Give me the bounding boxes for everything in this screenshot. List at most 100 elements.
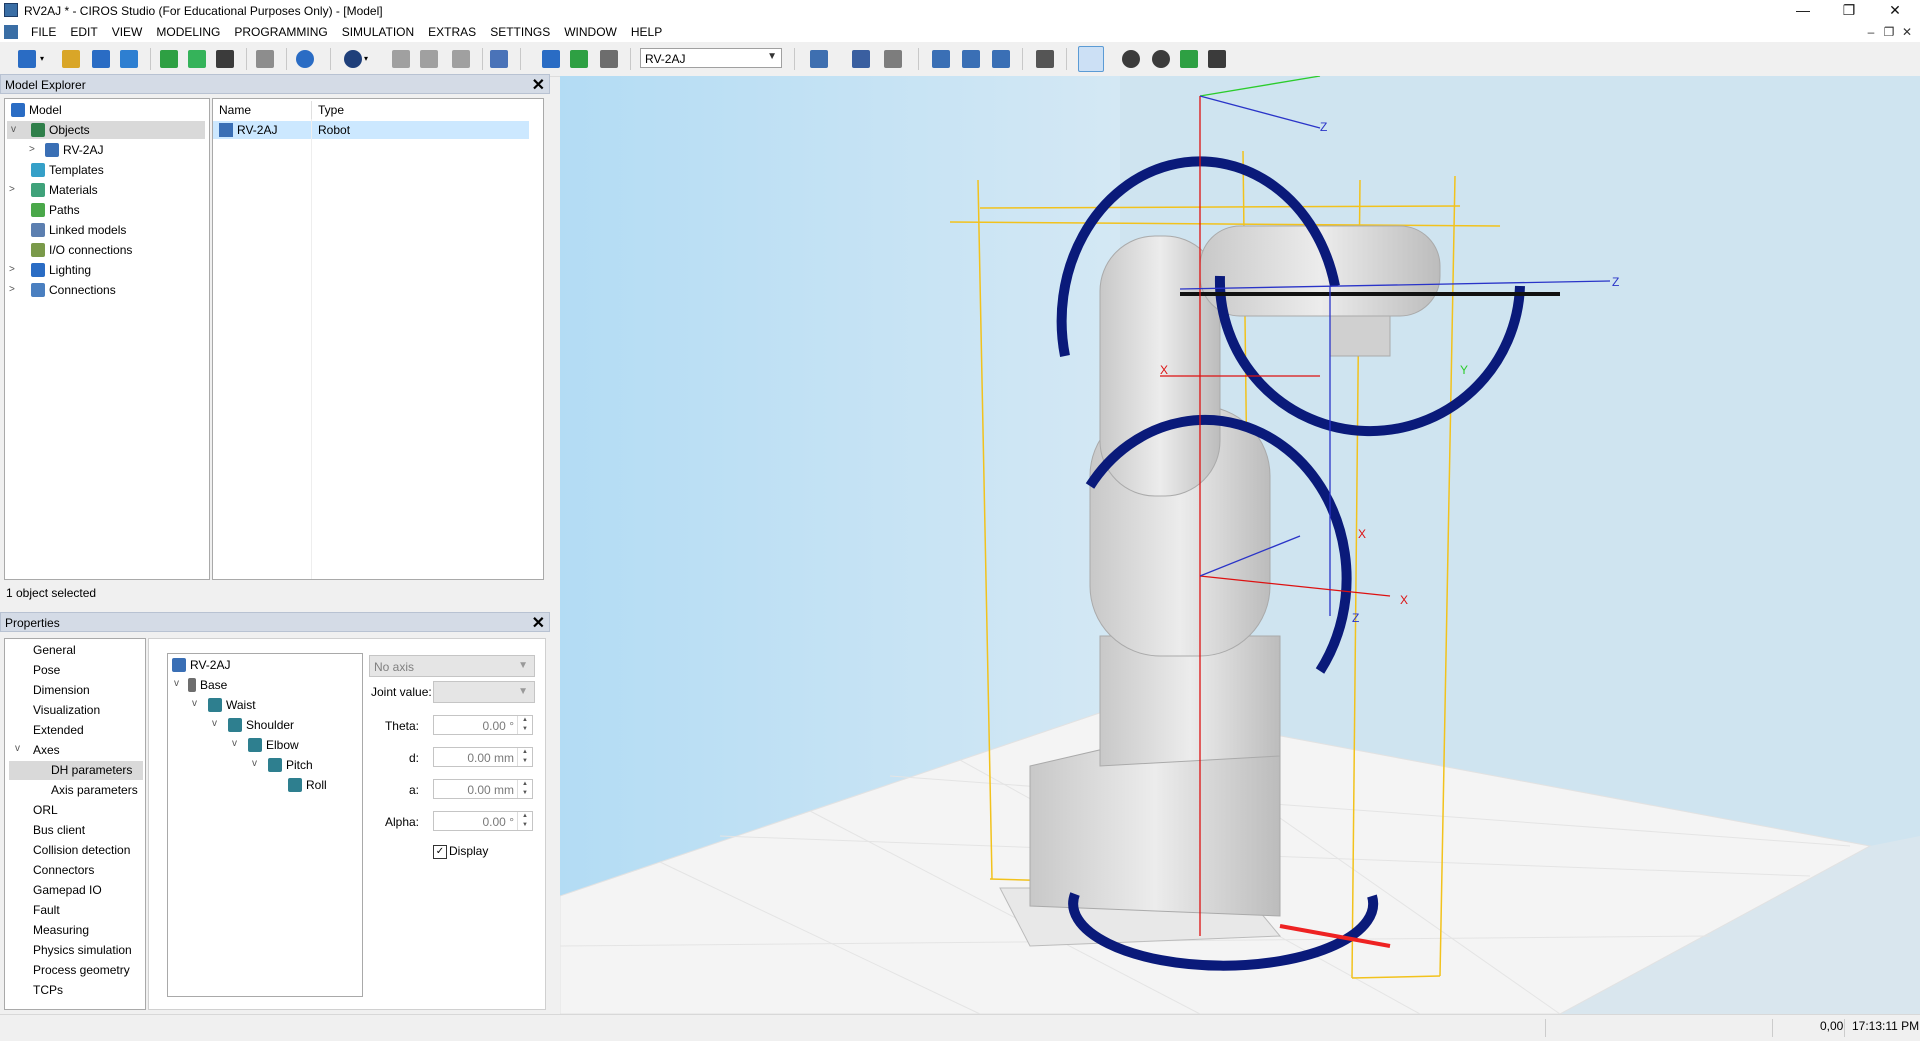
column-header-type[interactable]: Type	[312, 101, 512, 119]
tree-item-linked-models[interactable]: Linked models	[31, 221, 126, 239]
robot-select[interactable]: RV-2AJ ▼	[640, 48, 782, 68]
menu-window[interactable]: WINDOW	[557, 22, 624, 42]
robot-3-icon[interactable]	[992, 50, 1010, 68]
menu-edit[interactable]: EDIT	[63, 22, 104, 42]
prop-item-general[interactable]: General	[33, 641, 76, 660]
new-file-icon[interactable]	[18, 50, 36, 68]
prop-item-extended[interactable]: Extended	[33, 721, 84, 740]
tools-icon[interactable]	[1036, 50, 1054, 68]
paste-icon[interactable]	[216, 50, 234, 68]
a-input[interactable]: 0.00 mm ▲ ▼	[433, 779, 533, 799]
collision-icon[interactable]	[1208, 50, 1226, 68]
chevron-down-icon[interactable]: v	[252, 758, 257, 769]
layers-icon[interactable]	[452, 50, 470, 68]
chevron-down-icon[interactable]: v	[11, 121, 16, 139]
step-icon[interactable]	[600, 50, 618, 68]
menu-extras[interactable]: EXTRAS	[421, 22, 483, 42]
robot-2-icon[interactable]	[962, 50, 980, 68]
prop-item-pose[interactable]: Pose	[33, 661, 60, 680]
prop-item-gamepad-io[interactable]: Gamepad IO	[33, 881, 102, 900]
close-icon[interactable]: ✕	[532, 613, 545, 633]
prop-item-dh-parameters[interactable]: DH parameters	[51, 761, 132, 780]
close-icon[interactable]: ✕	[532, 75, 545, 95]
spin-arrows-icon[interactable]: ▲ ▼	[517, 780, 532, 798]
bug-icon[interactable]	[1122, 50, 1140, 68]
globe-icon[interactable]	[344, 50, 362, 68]
axis-view-icon[interactable]	[392, 50, 410, 68]
copy-icon[interactable]	[188, 50, 206, 68]
chevron-down-icon[interactable]: v	[212, 718, 217, 729]
view-dropdown-icon[interactable]: ▾	[364, 50, 372, 68]
prop-item-collision-detection[interactable]: Collision detection	[33, 841, 130, 860]
chevron-right-icon[interactable]: >	[9, 281, 15, 299]
axis-tree-roll[interactable]: Roll	[288, 776, 327, 794]
reset-simulation-icon[interactable]	[542, 50, 560, 68]
menu-settings[interactable]: SETTINGS	[483, 22, 557, 42]
prop-item-axes[interactable]: Axes	[33, 741, 60, 760]
spin-arrows-icon[interactable]: ▲ ▼	[517, 716, 532, 734]
prop-item-connectors[interactable]: Connectors	[33, 861, 94, 880]
menu-file[interactable]: FILE	[24, 22, 63, 42]
tree-item-objects[interactable]: v Objects	[7, 121, 205, 139]
help-icon[interactable]	[296, 50, 314, 68]
save-all-icon[interactable]	[120, 50, 138, 68]
menu-help[interactable]: HELP	[624, 22, 669, 42]
axis-tree-base[interactable]: Base	[188, 676, 227, 694]
mdi-close-button[interactable]: ✕	[1896, 22, 1918, 42]
teach-in-icon[interactable]	[810, 50, 828, 68]
prop-item-bus-client[interactable]: Bus client	[33, 821, 85, 840]
open-folder-icon[interactable]	[62, 50, 80, 68]
3d-viewport[interactable]: Z Z Z X X X Y	[560, 76, 1920, 1014]
alpha-input[interactable]: 0.00 ° ▲ ▼	[433, 811, 533, 831]
column-header-name[interactable]: Name	[213, 101, 312, 119]
minimize-button[interactable]: —	[1780, 0, 1826, 22]
prop-item-physics-simulation[interactable]: Physics simulation	[33, 941, 132, 960]
axis-tree-waist[interactable]: Waist	[208, 696, 256, 714]
prop-item-axis-parameters[interactable]: Axis parameters	[51, 781, 138, 800]
chevron-right-icon[interactable]: >	[29, 141, 35, 159]
menu-modeling[interactable]: MODELING	[149, 22, 227, 42]
scene-canvas[interactable]: Z Z Z X X X Y	[560, 76, 1920, 1014]
restore-button[interactable]: ❐	[1826, 0, 1872, 22]
bug-2-icon[interactable]	[1152, 50, 1170, 68]
robot-1-icon[interactable]	[932, 50, 950, 68]
print-icon[interactable]	[256, 50, 274, 68]
spin-arrows-icon[interactable]: ▲ ▼	[517, 812, 532, 830]
joint-value-select[interactable]: ▼	[433, 681, 535, 703]
prop-item-dimension[interactable]: Dimension	[33, 681, 90, 700]
display-checkbox[interactable]: ✓	[433, 845, 447, 859]
prop-item-measuring[interactable]: Measuring	[33, 921, 89, 940]
tree-item-io-connections[interactable]: I/O connections	[31, 241, 132, 259]
prop-item-fault[interactable]: Fault	[33, 901, 60, 920]
cut-icon[interactable]	[160, 50, 178, 68]
axis-tree-shoulder[interactable]: Shoulder	[228, 716, 294, 734]
chevron-right-icon[interactable]: >	[9, 261, 15, 279]
prop-item-orl[interactable]: ORL	[33, 801, 58, 820]
prop-item-process-geometry[interactable]: Process geometry	[33, 961, 130, 980]
theta-input[interactable]: 0.00 ° ▲ ▼	[433, 715, 533, 735]
tree-item-paths[interactable]: Paths	[31, 201, 80, 219]
axis-tree-pitch[interactable]: Pitch	[268, 756, 313, 774]
positions-list-icon[interactable]	[884, 50, 902, 68]
robot-position-icon[interactable]	[852, 50, 870, 68]
axis-view-2-icon[interactable]	[420, 50, 438, 68]
axis-select[interactable]: No axis ▼	[369, 655, 535, 677]
prop-item-visualization[interactable]: Visualization	[33, 701, 100, 720]
new-dropdown-icon[interactable]: ▾	[40, 50, 48, 68]
tree-item-model[interactable]: Model	[11, 101, 62, 119]
d-input[interactable]: 0.00 mm ▲ ▼	[433, 747, 533, 767]
close-button[interactable]: ✕	[1872, 0, 1918, 22]
table-row[interactable]: RV-2AJ Robot	[213, 121, 529, 139]
prop-item-tcps[interactable]: TCPs	[33, 981, 63, 1000]
axis-tree-elbow[interactable]: Elbow	[248, 736, 299, 754]
chevron-down-icon[interactable]: v	[174, 678, 179, 689]
scene-icon[interactable]	[490, 50, 508, 68]
chevron-down-icon[interactable]: v	[232, 738, 237, 749]
joint-mode-icon[interactable]	[1078, 46, 1104, 72]
menu-simulation[interactable]: SIMULATION	[335, 22, 421, 42]
menu-view[interactable]: VIEW	[105, 22, 150, 42]
measure-icon[interactable]	[1180, 50, 1198, 68]
save-icon[interactable]	[92, 50, 110, 68]
spin-arrows-icon[interactable]: ▲ ▼	[517, 748, 532, 766]
menu-programming[interactable]: PROGRAMMING	[227, 22, 334, 42]
